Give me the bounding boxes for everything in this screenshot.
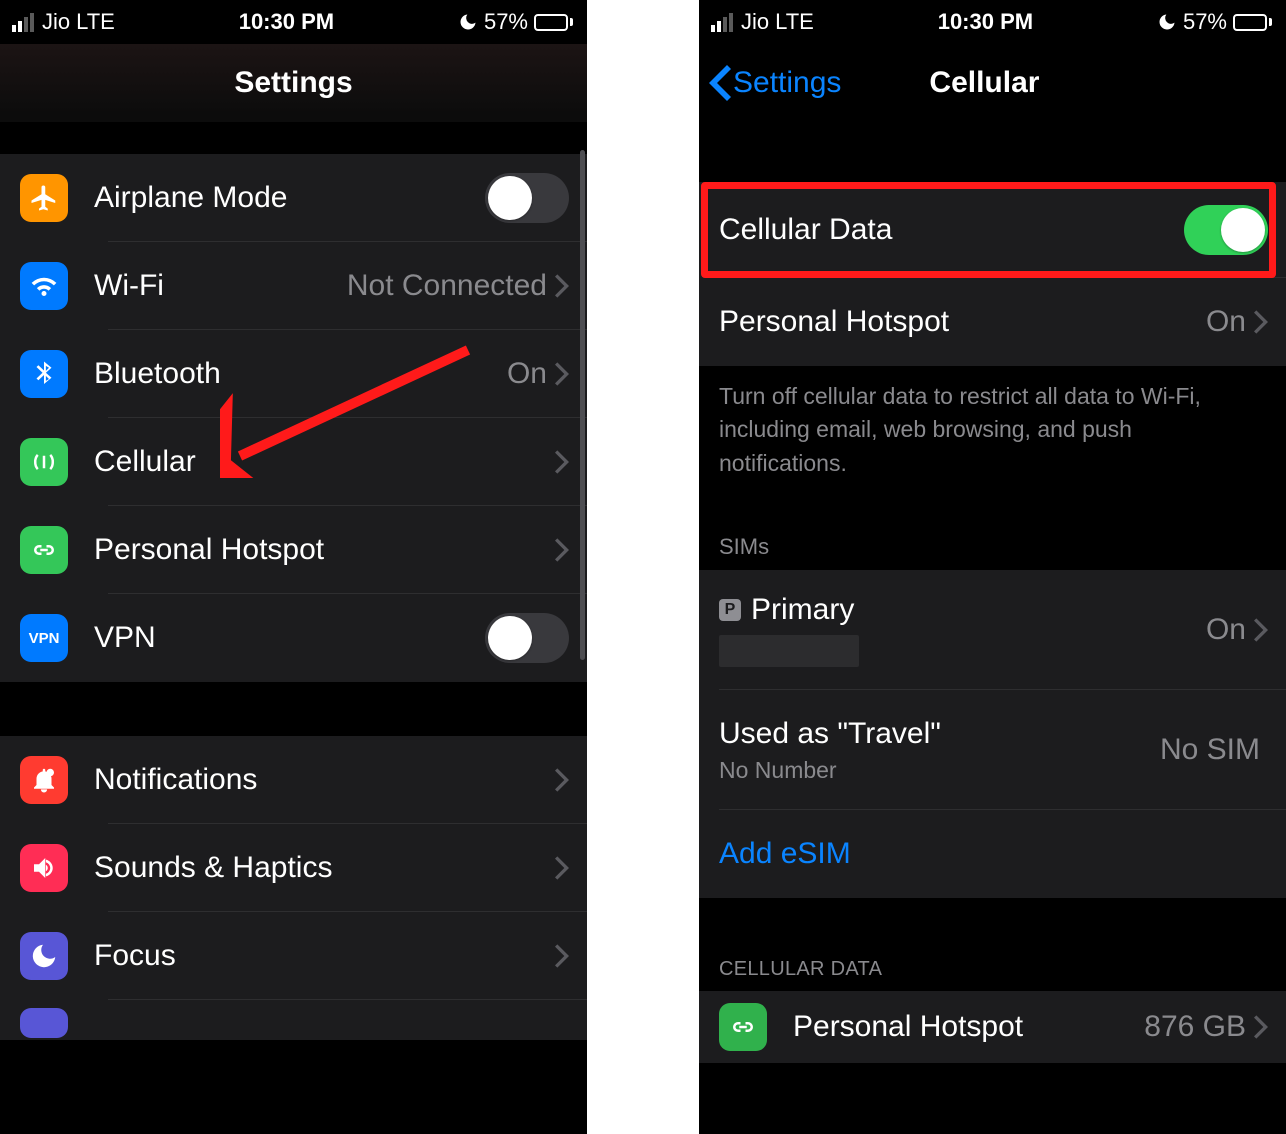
airplane-icon — [20, 174, 68, 222]
bluetooth-row[interactable]: Bluetooth On — [0, 330, 587, 418]
wifi-row[interactable]: Wi-Fi Not Connected — [0, 242, 587, 330]
chevron-right-icon — [1254, 1015, 1268, 1039]
cellular-data-toggle[interactable] — [1184, 205, 1268, 255]
clock-label: 10:30 PM — [239, 9, 334, 35]
travel-sim-detail: No SIM — [1160, 733, 1260, 767]
cellular-data-header: CELLULAR DATA — [699, 898, 1286, 991]
cellular-icon — [20, 438, 68, 486]
cellular-screen: Jio LTE 10:30 PM 57% Settings Cellular C… — [699, 0, 1286, 1134]
chevron-right-icon — [555, 450, 569, 474]
page-title: Settings — [0, 66, 587, 100]
sims-group: P Primary On Used as "Travel" No Number … — [699, 570, 1286, 898]
chevron-right-icon — [555, 768, 569, 792]
chevron-right-icon — [555, 362, 569, 386]
notifications-icon — [20, 756, 68, 804]
chevron-right-icon — [1254, 310, 1268, 334]
cellular-data-row[interactable]: Cellular Data — [699, 182, 1286, 278]
chevron-right-icon — [555, 944, 569, 968]
wifi-icon — [20, 262, 68, 310]
bluetooth-detail: On — [507, 357, 547, 391]
carrier-label: Jio — [42, 9, 70, 35]
notifications-label: Notifications — [94, 763, 555, 797]
vpn-row[interactable]: VPN VPN — [0, 594, 587, 682]
hotspot-detail: On — [1206, 305, 1246, 339]
personal-hotspot-row[interactable]: Personal Hotspot — [0, 506, 587, 594]
alerts-group: Notifications Sounds & Haptics Focus — [0, 736, 587, 1040]
do-not-disturb-icon — [458, 12, 478, 32]
sim-badge-icon: P — [719, 599, 741, 621]
vpn-toggle[interactable] — [485, 613, 569, 663]
partial-icon — [20, 1008, 68, 1038]
carrier-label: Jio — [741, 9, 769, 35]
status-bar: Jio LTE 10:30 PM 57% — [699, 0, 1286, 44]
back-label: Settings — [733, 66, 841, 100]
battery-percent-label: 57% — [1183, 9, 1227, 35]
page-title: Cellular — [929, 66, 1039, 100]
chevron-right-icon — [1254, 618, 1268, 642]
wifi-detail: Not Connected — [347, 269, 547, 303]
hotspot-usage-detail: 876 GB — [1144, 1010, 1246, 1044]
cellular-footer-text: Turn off cellular data to restrict all d… — [699, 366, 1286, 506]
bluetooth-label: Bluetooth — [94, 357, 507, 391]
clock-label: 10:30 PM — [938, 9, 1033, 35]
add-esim-label: Add eSIM — [719, 837, 1268, 871]
sounds-label: Sounds & Haptics — [94, 851, 555, 885]
network-type-label: LTE — [76, 9, 115, 35]
airplane-mode-label: Airplane Mode — [94, 181, 485, 215]
chevron-right-icon — [555, 856, 569, 880]
network-type-label: LTE — [775, 9, 814, 35]
travel-sim-label: Used as "Travel" — [719, 717, 1160, 751]
nav-bar: Settings — [0, 44, 587, 122]
notifications-row[interactable]: Notifications — [0, 736, 587, 824]
do-not-disturb-icon — [1157, 12, 1177, 32]
cellular-data-label: Cellular Data — [719, 213, 1184, 247]
travel-sim-sub: No Number — [719, 757, 1160, 784]
travel-sim-row[interactable]: Used as "Travel" No Number No SIM — [699, 690, 1286, 810]
battery-icon — [534, 14, 573, 31]
focus-icon — [20, 932, 68, 980]
cellular-data-group: Personal Hotspot 876 GB — [699, 991, 1286, 1063]
partial-row[interactable] — [0, 1000, 587, 1040]
scroll-indicator[interactable] — [580, 150, 585, 660]
focus-label: Focus — [94, 939, 555, 973]
connectivity-group: Airplane Mode Wi-Fi Not Connected Blueto… — [0, 154, 587, 682]
primary-sim-detail: On — [1206, 613, 1246, 647]
hotspot-row[interactable]: Personal Hotspot On — [699, 278, 1286, 366]
nav-bar: Settings Cellular — [699, 44, 1286, 122]
bluetooth-icon — [20, 350, 68, 398]
wifi-label: Wi-Fi — [94, 269, 347, 303]
cellular-label: Cellular — [94, 445, 555, 479]
hotspot-usage-row[interactable]: Personal Hotspot 876 GB — [699, 991, 1286, 1063]
cellular-row[interactable]: Cellular — [0, 418, 587, 506]
signal-icon — [711, 13, 733, 32]
chevron-right-icon — [555, 538, 569, 562]
redacted-phone-number — [719, 635, 859, 667]
sounds-row[interactable]: Sounds & Haptics — [0, 824, 587, 912]
hotspot-icon — [20, 526, 68, 574]
focus-row[interactable]: Focus — [0, 912, 587, 1000]
status-bar: Jio LTE 10:30 PM 57% — [0, 0, 587, 44]
vpn-icon: VPN — [20, 614, 68, 662]
add-esim-row[interactable]: Add eSIM — [699, 810, 1286, 898]
hotspot-label: Personal Hotspot — [94, 533, 555, 567]
sims-header: SIMs — [699, 506, 1286, 570]
hotspot-usage-label: Personal Hotspot — [793, 1010, 1144, 1044]
signal-icon — [12, 13, 34, 32]
airplane-mode-row[interactable]: Airplane Mode — [0, 154, 587, 242]
settings-screen: Jio LTE 10:30 PM 57% Settings Airplane M… — [0, 0, 587, 1134]
hotspot-icon — [719, 1003, 767, 1051]
battery-percent-label: 57% — [484, 9, 528, 35]
battery-icon — [1233, 14, 1272, 31]
sounds-icon — [20, 844, 68, 892]
hotspot-label: Personal Hotspot — [719, 305, 1206, 339]
cellular-main-group: Cellular Data Personal Hotspot On — [699, 182, 1286, 366]
primary-sim-row[interactable]: P Primary On — [699, 570, 1286, 690]
vpn-label: VPN — [94, 621, 485, 655]
primary-sim-label: Primary — [751, 593, 854, 627]
back-button[interactable]: Settings — [709, 65, 841, 101]
chevron-right-icon — [555, 274, 569, 298]
airplane-mode-toggle[interactable] — [485, 173, 569, 223]
